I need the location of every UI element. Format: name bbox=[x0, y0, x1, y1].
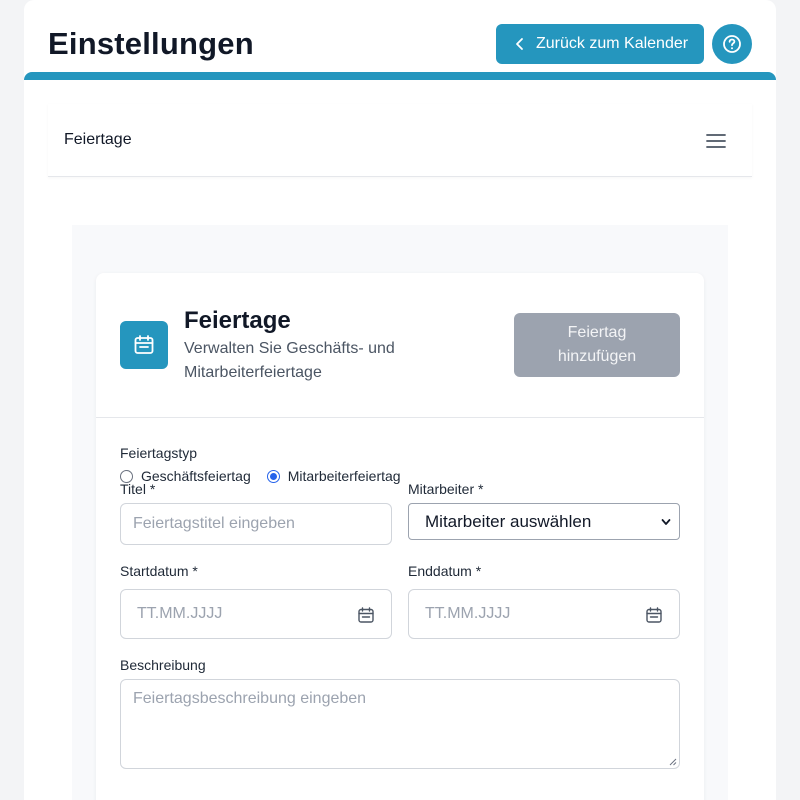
employee-select-value: Mitarbeiter auswählen bbox=[425, 511, 592, 531]
holidays-card: Feiertage Verwalten Sie Geschäfts- und M… bbox=[96, 273, 704, 800]
page-header: Einstellungen Zurück zum Kalender bbox=[24, 0, 776, 80]
calendar-badge bbox=[120, 321, 168, 369]
radio-employee-holiday-label[interactable]: Mitarbeiterfeiertag bbox=[288, 468, 401, 484]
radio-employee-holiday[interactable] bbox=[266, 469, 280, 483]
card-title: Feiertage bbox=[184, 307, 291, 334]
end-date-input[interactable]: TT.MM.JJJJ bbox=[408, 589, 680, 639]
start-date-label: Startdatum * bbox=[120, 563, 198, 579]
holiday-type-radio-group: Geschäftsfeiertag Mitarbeiterfeiertag bbox=[120, 468, 401, 484]
back-to-calendar-button[interactable]: Zurück zum Kalender bbox=[496, 24, 704, 64]
start-date-placeholder: TT.MM.JJJJ bbox=[137, 605, 223, 622]
title-label: Titel * bbox=[120, 481, 156, 497]
settings-content: Feiertage Feiertage Verwalten Sie Geschä… bbox=[48, 104, 752, 800]
section-header: Feiertage bbox=[48, 104, 752, 177]
card-subtitle: Verwalten Sie Geschäfts- und Mitarbeiter… bbox=[184, 340, 395, 381]
employee-select[interactable]: Mitarbeiter auswählen bbox=[408, 503, 680, 540]
back-button-label: Zurück zum Kalender bbox=[536, 35, 689, 52]
description-placeholder: Feiertagsbeschreibung eingeben bbox=[133, 690, 367, 707]
end-date-label: Enddatum * bbox=[408, 563, 482, 579]
holiday-type-label: Feiertagstyp bbox=[120, 445, 198, 461]
holidays-panel: Feiertage Verwalten Sie Geschäfts- und M… bbox=[72, 225, 728, 800]
title-input[interactable]: Feiertagstitel eingeben bbox=[120, 503, 392, 545]
add-holiday-button[interactable]: Feiertag hinzufügen bbox=[514, 313, 680, 377]
settings-page: Einstellungen Zurück zum Kalender Feiert… bbox=[24, 0, 776, 800]
description-textarea[interactable]: Feiertagsbeschreibung eingeben bbox=[120, 679, 680, 769]
employee-label: Mitarbeiter * bbox=[408, 481, 484, 497]
chevron-left-icon bbox=[516, 38, 523, 50]
resize-handle-icon[interactable] bbox=[669, 758, 677, 766]
card-header: Feiertage Verwalten Sie Geschäfts- und M… bbox=[96, 273, 704, 418]
calendar-icon[interactable] bbox=[645, 606, 663, 624]
description-label: Beschreibung bbox=[120, 657, 206, 673]
end-date-placeholder: TT.MM.JJJJ bbox=[425, 605, 511, 622]
page-title: Einstellungen bbox=[48, 26, 254, 61]
help-button[interactable] bbox=[712, 24, 752, 64]
radio-business-holiday-label[interactable]: Geschäftsfeiertag bbox=[141, 468, 251, 484]
chevron-down-icon bbox=[661, 519, 671, 525]
start-date-input[interactable]: TT.MM.JJJJ bbox=[120, 589, 392, 639]
calendar-icon[interactable] bbox=[357, 606, 375, 624]
accent-bar bbox=[24, 72, 776, 80]
hamburger-menu-icon[interactable] bbox=[704, 129, 728, 153]
section-title: Feiertage bbox=[64, 131, 132, 148]
calendar-icon bbox=[134, 335, 154, 354]
help-circle-icon bbox=[723, 35, 741, 53]
